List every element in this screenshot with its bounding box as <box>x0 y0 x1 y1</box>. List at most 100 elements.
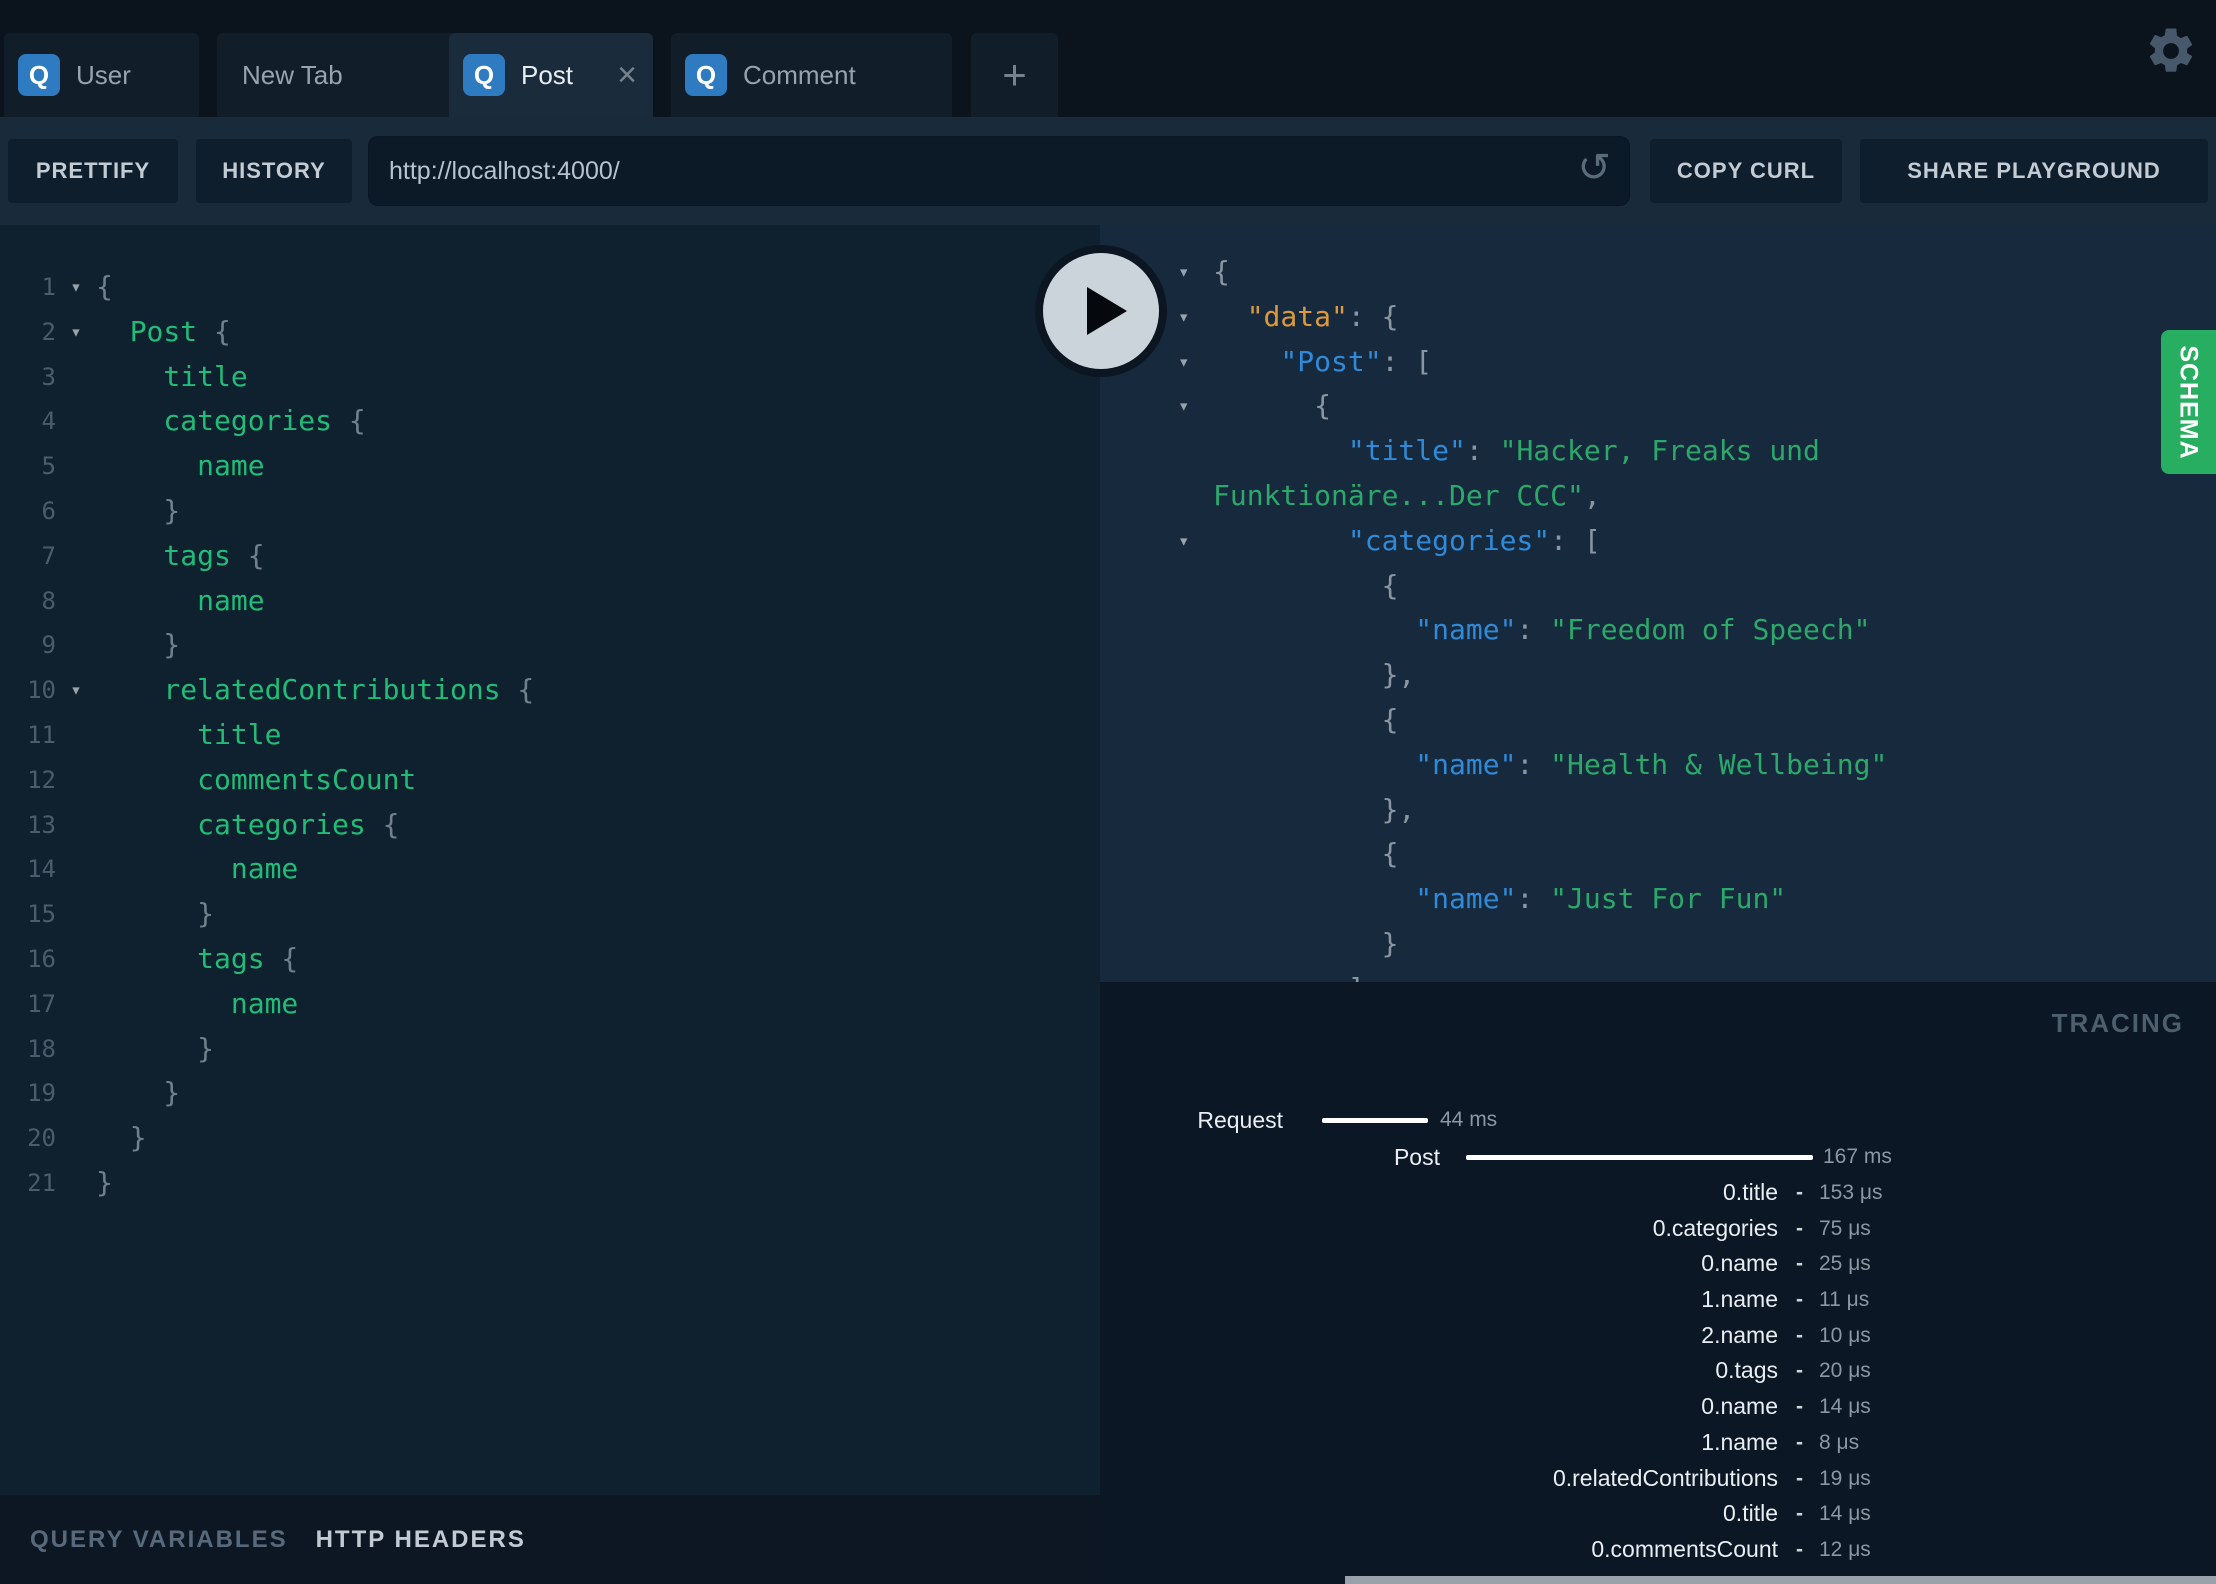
code-token: : <box>1516 613 1551 647</box>
fold-toggle-icon <box>1178 474 1213 519</box>
trace-duration-bar <box>1322 1118 1428 1123</box>
code-token: "name" <box>1415 747 1517 781</box>
query-editor[interactable]: 1 ▾{2 ▾ Post {3 title 4 categories {5 name 6} 7 ta… <box>0 225 1100 1495</box>
response-line: Funktionäre...Der CCC", <box>1100 474 2216 519</box>
fold-toggle-icon[interactable]: ▾ <box>56 668 96 713</box>
schema-tab-label: SCHEMA <box>2175 344 2203 460</box>
code-token: } <box>197 897 214 931</box>
code-token: : [ <box>1550 523 1601 557</box>
code-line: } <box>96 1071 180 1116</box>
response-line: ▾{ <box>1100 384 2216 429</box>
code-line: tags { <box>96 534 264 579</box>
fold-toggle-icon[interactable]: ▾ <box>56 265 96 310</box>
line-number: 6 <box>41 496 56 525</box>
endpoint-url-input[interactable] <box>369 155 1541 187</box>
code-token: name <box>197 449 265 483</box>
line-number: 10 <box>27 676 56 705</box>
response-line: } <box>1100 922 2216 967</box>
line-number: 19 <box>27 1079 56 1108</box>
line-number: 2 <box>41 317 56 346</box>
code-line: } <box>96 489 180 534</box>
http-headers-tab[interactable]: HTTP HEADERS <box>316 1526 526 1554</box>
fold-toggle-icon <box>56 355 96 400</box>
endpoint-url-bar: ↺ <box>368 136 1630 206</box>
fold-toggle-icon[interactable]: ▾ <box>1178 519 1213 564</box>
code-token: "name" <box>1415 882 1517 916</box>
line-number: 17 <box>27 989 56 1018</box>
code-token: : <box>1516 882 1551 916</box>
code-line: "title": "Hacker, Freaks und <box>1213 429 1820 474</box>
tracing-title: TRACING <box>2051 1008 2184 1038</box>
close-icon[interactable]: × <box>617 58 637 92</box>
trace-label: 2.name <box>1701 1321 1778 1348</box>
tab-new-tab[interactable]: New Tab <box>217 33 456 117</box>
code-line: } <box>96 623 180 668</box>
fold-toggle-icon <box>56 399 96 444</box>
code-line: } <box>96 892 214 937</box>
tab-label: Post <box>521 59 574 90</box>
code-token: } <box>96 1165 113 1199</box>
settings-gear-icon[interactable] <box>2144 24 2198 78</box>
fold-toggle-icon <box>56 1161 96 1206</box>
fold-toggle-icon[interactable]: ▾ <box>1178 250 1213 295</box>
fold-toggle-icon <box>1178 429 1213 474</box>
query-badge-icon: Q <box>463 54 505 96</box>
trace-time: 14 μs <box>1819 1502 1871 1526</box>
share-playground-button[interactable]: SHARE PLAYGROUND <box>1860 139 2208 203</box>
code-token: "categories" <box>1347 523 1551 557</box>
line-number: 9 <box>41 631 56 660</box>
trace-label: 0.commentsCount <box>1591 1535 1778 1562</box>
horizontal-scrollbar[interactable] <box>1345 1576 2216 1584</box>
trace-label: Post <box>1393 1144 1440 1170</box>
execute-query-button[interactable] <box>1035 245 1167 377</box>
trace-label: 0.tags <box>1715 1357 1778 1384</box>
code-line: Funktionäre...Der CCC", <box>1213 474 1601 519</box>
code-token: relatedContributions <box>163 673 501 707</box>
prettify-button[interactable]: PRETTIFY <box>8 139 178 203</box>
query-variables-tab[interactable]: QUERY VARIABLES <box>30 1526 288 1554</box>
response-line: { <box>1100 564 2216 609</box>
trace-dash: - <box>1796 1430 1803 1454</box>
fold-toggle-icon[interactable]: ▾ <box>1178 295 1213 340</box>
tab-user[interactable]: Q User <box>4 33 199 117</box>
code-line: name <box>96 579 264 624</box>
history-button[interactable]: HISTORY <box>196 139 352 203</box>
code-token: { <box>1381 702 1399 736</box>
editor-line: 19} <box>0 1071 1100 1116</box>
code-line: tags { <box>96 937 298 982</box>
tab-post[interactable]: Q Post × <box>449 33 653 117</box>
trace-dash: - <box>1796 1288 1803 1312</box>
trace-time: 14 μs <box>1819 1395 1871 1419</box>
code-token: "Post" <box>1280 344 1382 378</box>
trace-dash: - <box>1796 1502 1803 1526</box>
trace-field-row: 0.name -14 μs <box>1100 1389 2216 1425</box>
code-token: { <box>365 807 400 841</box>
code-token: } <box>1381 926 1399 960</box>
code-token: title <box>163 359 248 393</box>
trace-field-row: 0.title -14 μs <box>1100 1496 2216 1532</box>
response-line: ▾ "Post": [ <box>1100 340 2216 385</box>
editor-line: 9} <box>0 623 1100 668</box>
fold-toggle-icon[interactable]: ▾ <box>1178 340 1213 385</box>
fold-toggle-icon <box>56 579 96 624</box>
response-line: ▾ "categories": [ <box>1100 519 2216 564</box>
code-token: ] <box>1348 972 1365 982</box>
fold-toggle-icon <box>1178 698 1213 743</box>
add-tab-button[interactable]: + <box>971 33 1058 117</box>
fold-toggle-icon[interactable]: ▾ <box>1178 384 1213 429</box>
tab-comment[interactable]: Q Comment <box>671 33 952 117</box>
response-viewer: ▾{▾ "data": {▾ "Post": [▾{"title": "Hacker… <box>1100 225 2216 982</box>
code-line: } <box>1213 922 1399 967</box>
editor-line: 18} <box>0 1027 1100 1072</box>
fold-toggle-icon[interactable]: ▾ <box>56 310 96 355</box>
copy-curl-button[interactable]: COPY CURL <box>1650 139 1842 203</box>
code-token: { <box>1381 837 1399 871</box>
trace-dash: - <box>1796 1181 1803 1204</box>
code-token: { <box>264 941 299 975</box>
trace-label: 0.relatedContributions <box>1552 1464 1778 1491</box>
trace-dash: - <box>1796 1252 1803 1276</box>
schema-tab[interactable]: SCHEMA <box>2161 330 2216 474</box>
reload-icon[interactable]: ↺ <box>1577 145 1611 191</box>
trace-field-row: 2.name -10 μs <box>1100 1318 2216 1354</box>
code-token: : [ <box>1381 344 1433 378</box>
